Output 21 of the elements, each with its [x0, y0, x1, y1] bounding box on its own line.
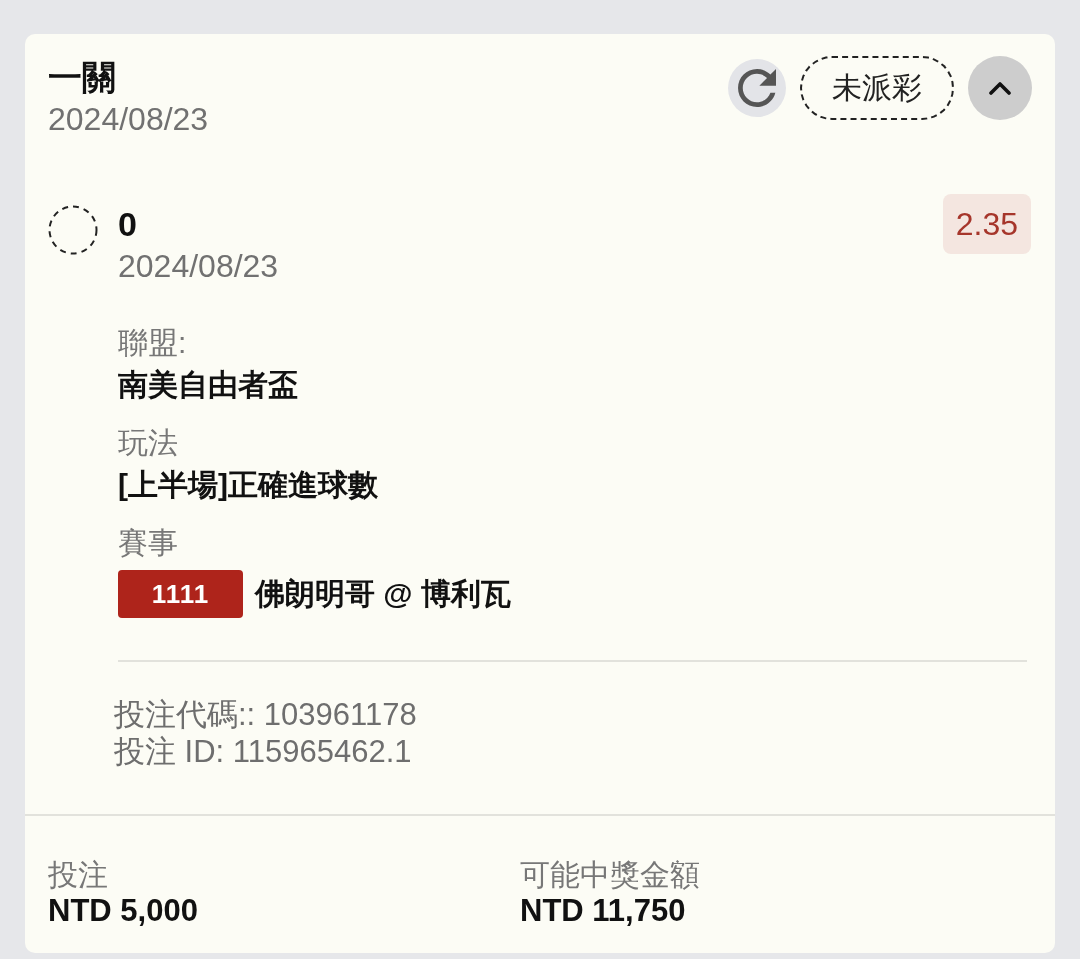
selection-date: 2024/08/23: [118, 247, 279, 286]
refresh-icon: [738, 69, 776, 107]
status-tag: 未派彩: [800, 56, 954, 120]
detail-label: 聯盟:: [118, 325, 187, 361]
dashed-circle-icon: [48, 205, 98, 255]
detail-value: [上半場]正確進球數: [118, 467, 378, 503]
bet-title: 一關: [48, 57, 116, 98]
match-number: 1111: [118, 570, 243, 618]
bet-code: 投注代碼:: 103961178: [114, 696, 417, 733]
selection-pick: 0: [118, 204, 137, 245]
odds-value: 2.35: [942, 194, 1031, 254]
summary-value: NTD 5,000: [48, 893, 198, 929]
summary-label: 投注: [48, 857, 108, 893]
bet-code: 投注 ID: 115965462.1: [114, 733, 412, 770]
summary-label: 可能中獎金額: [520, 857, 700, 893]
match-teams: 佛朗明哥 @ 博利瓦: [255, 576, 511, 612]
detail-value: 南美自由者盃: [118, 367, 298, 403]
bet-date: 2024/08/23: [48, 100, 209, 139]
detail-label: 玩法: [118, 425, 178, 461]
detail-label: 賽事: [118, 525, 178, 561]
summary-value: NTD 11,750: [520, 893, 686, 929]
